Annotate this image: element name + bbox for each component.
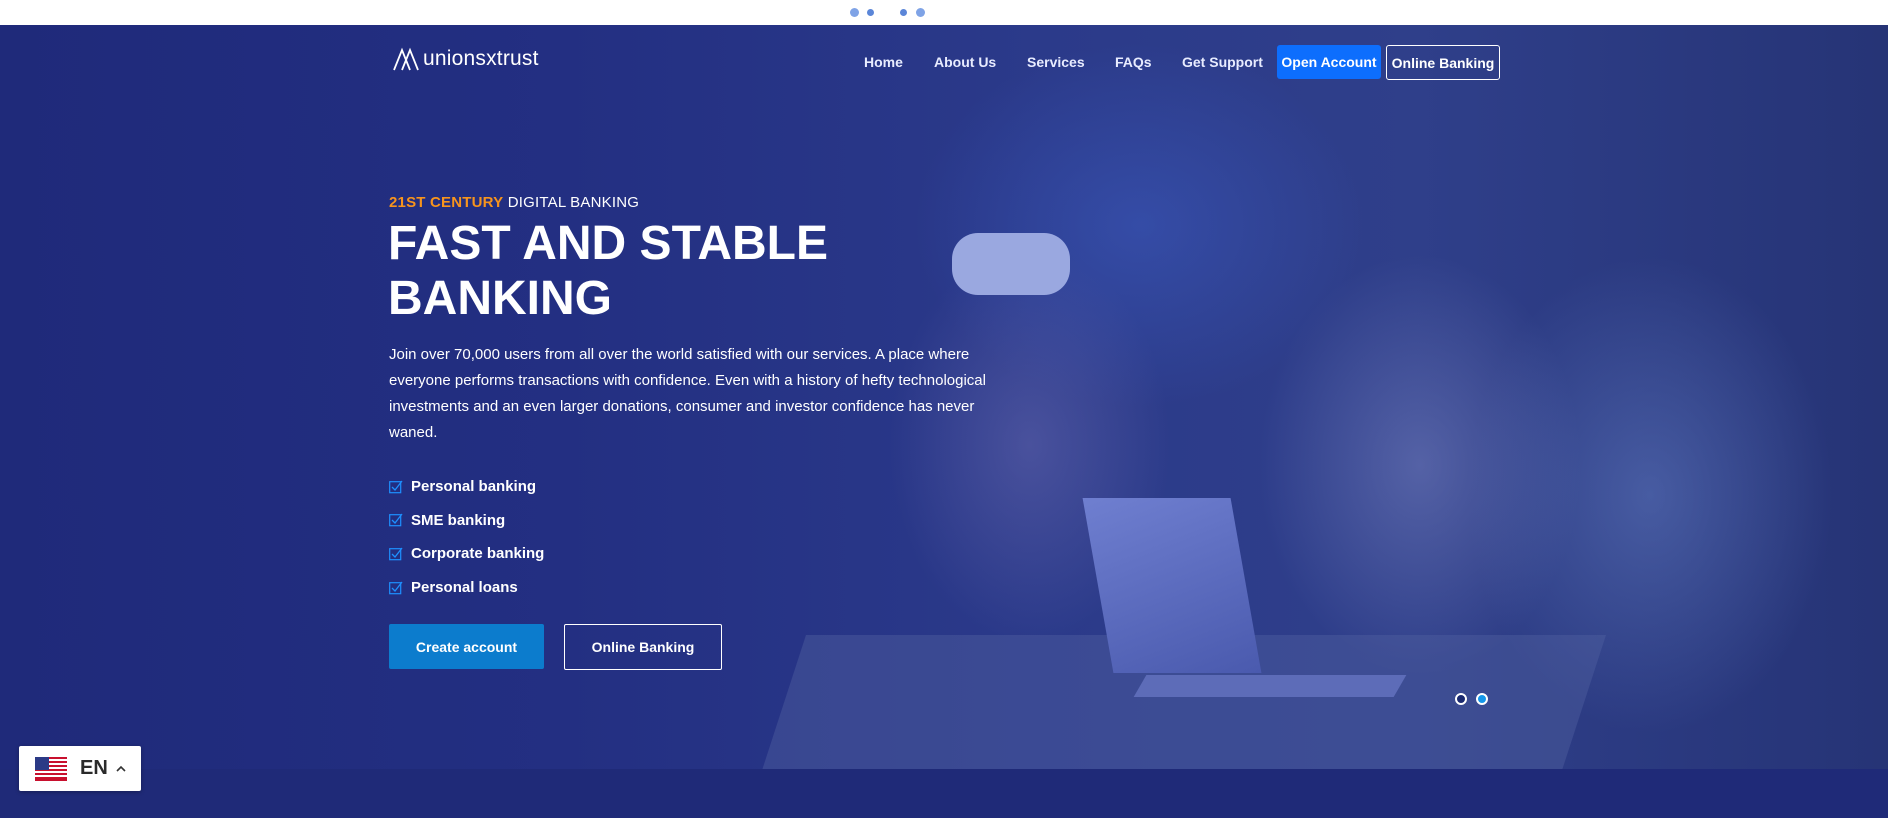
loading-dot-icon [867, 9, 874, 16]
section-divider [0, 769, 1888, 818]
nav-home[interactable]: Home [864, 54, 903, 70]
online-banking-button[interactable]: Online Banking [564, 624, 722, 670]
nav-about-us[interactable]: About Us [934, 54, 996, 70]
hero-kicker-accent: 21ST CENTURY [389, 194, 504, 211]
language-code: EN [80, 757, 108, 779]
feature-item: Personal banking [389, 470, 544, 504]
feature-list: Personal banking SME banking Corporate b… [389, 470, 544, 604]
logo-mark-icon [393, 47, 419, 71]
loading-dot-icon [916, 8, 925, 17]
feature-label: Corporate banking [411, 545, 545, 563]
hero-kicker-text: DIGITAL BANKING [503, 194, 640, 211]
checkbox-check-icon [389, 581, 403, 594]
us-flag-icon [35, 756, 67, 781]
chevron-up-icon [116, 765, 126, 772]
open-account-button[interactable]: Open Account [1277, 45, 1381, 79]
logo-text: unionsxtrust [423, 47, 539, 70]
loading-dot-icon [900, 9, 907, 16]
hero-headline: FAST AND STABLE BANKING [388, 217, 828, 325]
hero-kicker: 21ST CENTURY DIGITAL BANKING [389, 194, 639, 211]
feature-item: Corporate banking [389, 537, 544, 571]
hero-description: Join over 70,000 users from all over the… [389, 346, 986, 441]
nav-faqs[interactable]: FAQs [1115, 54, 1152, 70]
slider-dot-1[interactable] [1455, 693, 1467, 705]
feature-label: SME banking [411, 511, 506, 529]
language-switcher[interactable]: EN [19, 746, 141, 791]
slider-pagination [1455, 693, 1497, 705]
site-logo[interactable]: unionsxtrust [393, 47, 539, 71]
nav-services[interactable]: Services [1027, 54, 1085, 70]
feature-item: Personal loans [389, 571, 544, 605]
checkbox-check-icon [389, 547, 403, 561]
feature-label: Personal loans [411, 579, 518, 597]
loading-dot-icon [850, 8, 859, 17]
hero-image-vr-headset [952, 233, 1070, 295]
checkbox-check-icon [389, 480, 403, 494]
slider-dot-2[interactable] [1476, 693, 1488, 705]
checkbox-check-icon [389, 513, 403, 527]
nav-get-support[interactable]: Get Support [1182, 54, 1263, 70]
loading-indicator [850, 8, 925, 17]
hero-image-laptop-base [1133, 675, 1407, 697]
create-account-button[interactable]: Create account [389, 624, 544, 669]
online-banking-nav-button[interactable]: Online Banking [1386, 45, 1500, 80]
feature-label: Personal banking [411, 478, 537, 496]
hero-image-laptop [1082, 498, 1262, 673]
top-loading-bar [0, 0, 1888, 25]
feature-item: SME banking [389, 504, 544, 538]
